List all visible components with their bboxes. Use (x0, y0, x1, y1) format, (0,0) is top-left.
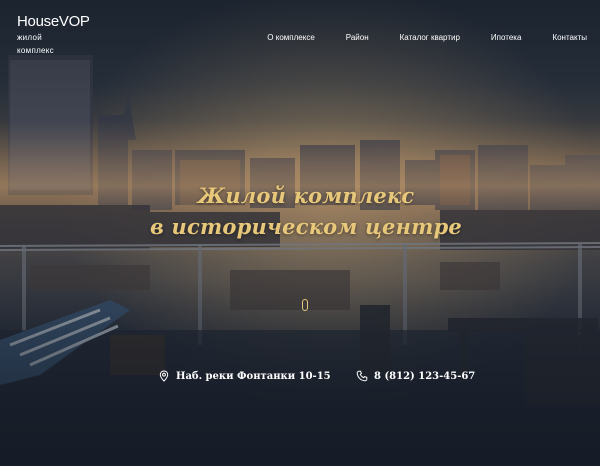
scroll-down-icon[interactable] (302, 299, 308, 311)
contacts-bar: Наб. реки Фонтанки 10-15 8 (812) 123-45-… (0, 370, 600, 386)
map-pin-icon (158, 370, 170, 382)
hero-title-line2: в историческом центре (150, 214, 462, 239)
logo-subtitle-line2: комплекс (17, 46, 54, 55)
address-text: Наб. реки Фонтанки 10-15 (176, 370, 331, 382)
hero-title-line1: Жилой комплекс (197, 183, 415, 208)
phone-icon (356, 370, 368, 382)
logo-name: HouseVOP (17, 13, 90, 30)
logo[interactable]: HouseVOP жилой комплекс (17, 13, 90, 57)
nav-item-mortgage[interactable]: Ипотека (491, 33, 522, 42)
nav-item-district[interactable]: Район (346, 33, 369, 42)
nav-item-catalog[interactable]: Каталог квартир (400, 33, 460, 42)
logo-subtitle-line1: жилой (17, 33, 42, 42)
address-contact[interactable]: Наб. реки Фонтанки 10-15 (158, 370, 331, 382)
phone-contact[interactable]: 8 (812) 123-45-67 (356, 370, 475, 382)
phone-text: 8 (812) 123-45-67 (374, 370, 476, 382)
nav-item-contacts[interactable]: Контакты (552, 33, 587, 42)
nav-item-about[interactable]: О комплексе (267, 33, 314, 42)
hero-section: HouseVOP жилой комплекс О комплексе Райо… (0, 0, 600, 466)
hero-title: Жилой комплекс в историческом центре (0, 180, 600, 242)
main-nav: О комплексе Район Каталог квартир Ипотек… (267, 33, 587, 42)
